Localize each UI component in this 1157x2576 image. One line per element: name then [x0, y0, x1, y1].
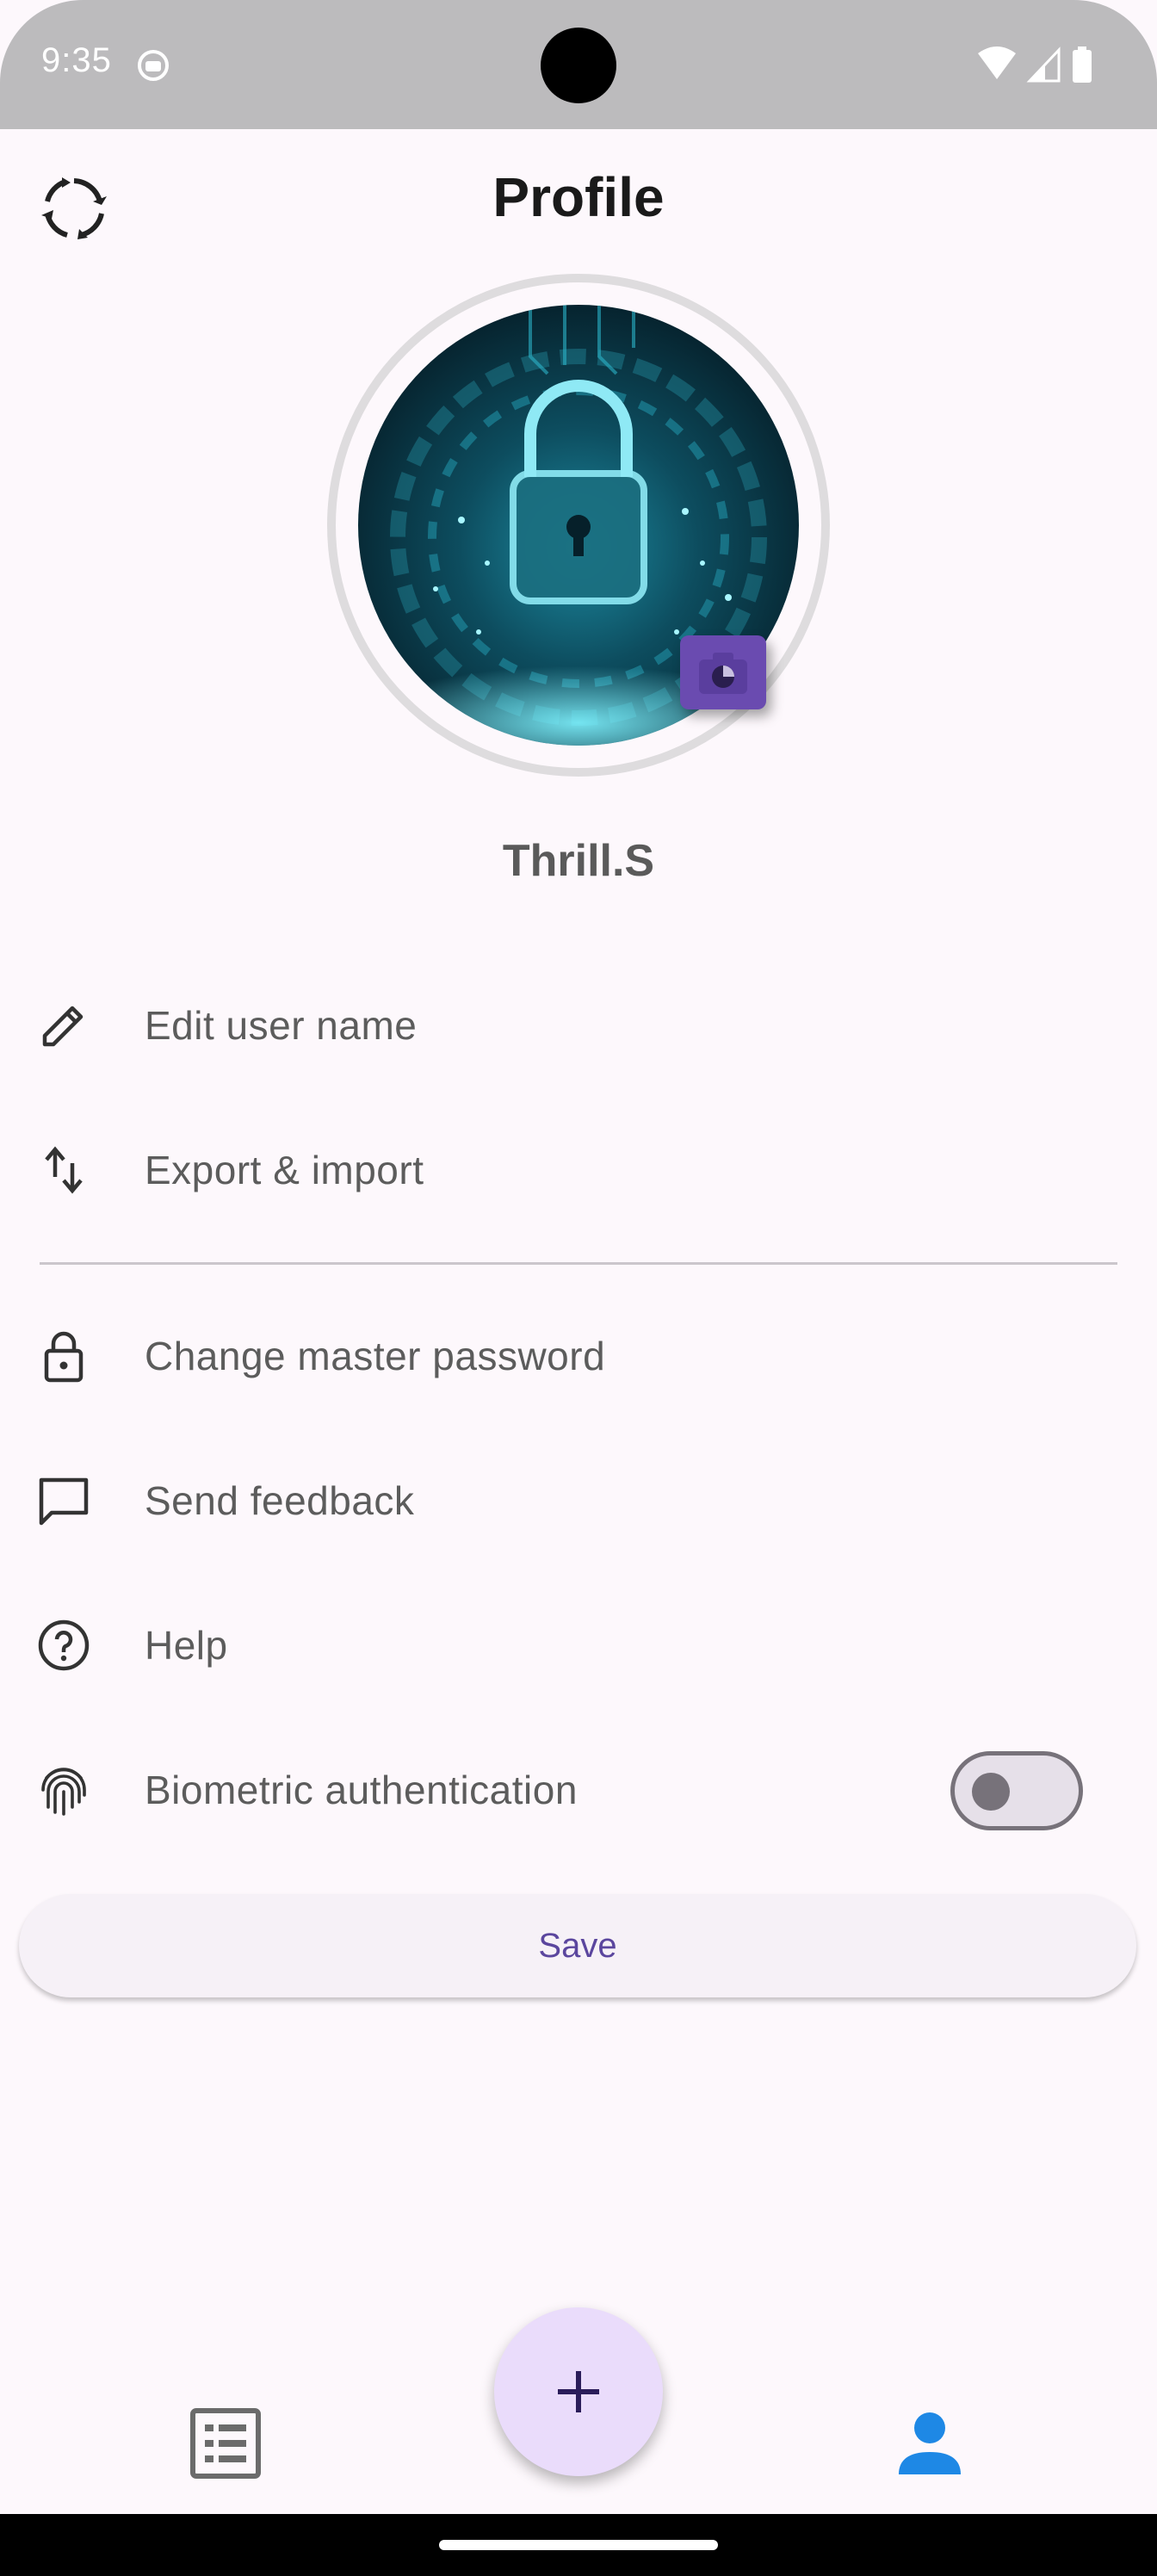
list-icon [190, 2408, 261, 2479]
top-app-bar: Profile [0, 129, 1157, 272]
nav-profile-tab[interactable] [892, 2406, 968, 2481]
toggle-knob [972, 1773, 1010, 1811]
send-feedback-item[interactable]: Send feedback [0, 1436, 1157, 1565]
app-notification-icon [138, 50, 169, 81]
chat-bubble-icon [36, 1473, 91, 1528]
nav-list-tab[interactable] [188, 2406, 263, 2481]
help-circle-icon [36, 1618, 91, 1673]
plus-icon [558, 2371, 599, 2412]
camera-icon [699, 653, 747, 694]
camera-cutout [541, 28, 616, 103]
swap-vertical-icon [36, 1142, 91, 1198]
status-indicators [978, 46, 1092, 83]
pencil-icon [36, 998, 91, 1053]
wifi-icon [978, 46, 1016, 79]
divider [40, 1262, 1117, 1265]
save-button[interactable]: Save [19, 1894, 1136, 1997]
fingerprint-icon [36, 1762, 91, 1817]
menu-label: Change master password [145, 1334, 606, 1378]
menu-label: Help [145, 1623, 228, 1668]
lock-icon [36, 1328, 91, 1384]
user-name: Thrill.S [502, 836, 655, 886]
menu-label: Edit user name [145, 1003, 418, 1048]
profile-screen: 9:35 Profile Thrill.S Edit user name Exp… [0, 0, 1157, 2514]
change-master-password-item[interactable]: Change master password [0, 1291, 1157, 1421]
help-item[interactable]: Help [0, 1581, 1157, 1710]
page-title: Profile [492, 166, 665, 228]
add-button[interactable] [494, 2307, 663, 2476]
menu-label: Export & import [145, 1148, 424, 1192]
status-time: 9:35 [41, 41, 112, 79]
export-import-item[interactable]: Export & import [0, 1105, 1157, 1235]
change-photo-button[interactable] [680, 635, 766, 709]
menu-label: Send feedback [145, 1478, 415, 1523]
battery-icon [1073, 50, 1092, 83]
status-bar: 9:35 [0, 0, 1157, 129]
biometric-toggle[interactable] [950, 1751, 1083, 1830]
gesture-handle[interactable] [439, 2540, 718, 2550]
menu-label: Biometric authentication [145, 1768, 578, 1812]
edit-user-name-item[interactable]: Edit user name [0, 961, 1157, 1090]
person-icon [899, 2412, 961, 2474]
system-navigation-area [0, 2514, 1157, 2576]
